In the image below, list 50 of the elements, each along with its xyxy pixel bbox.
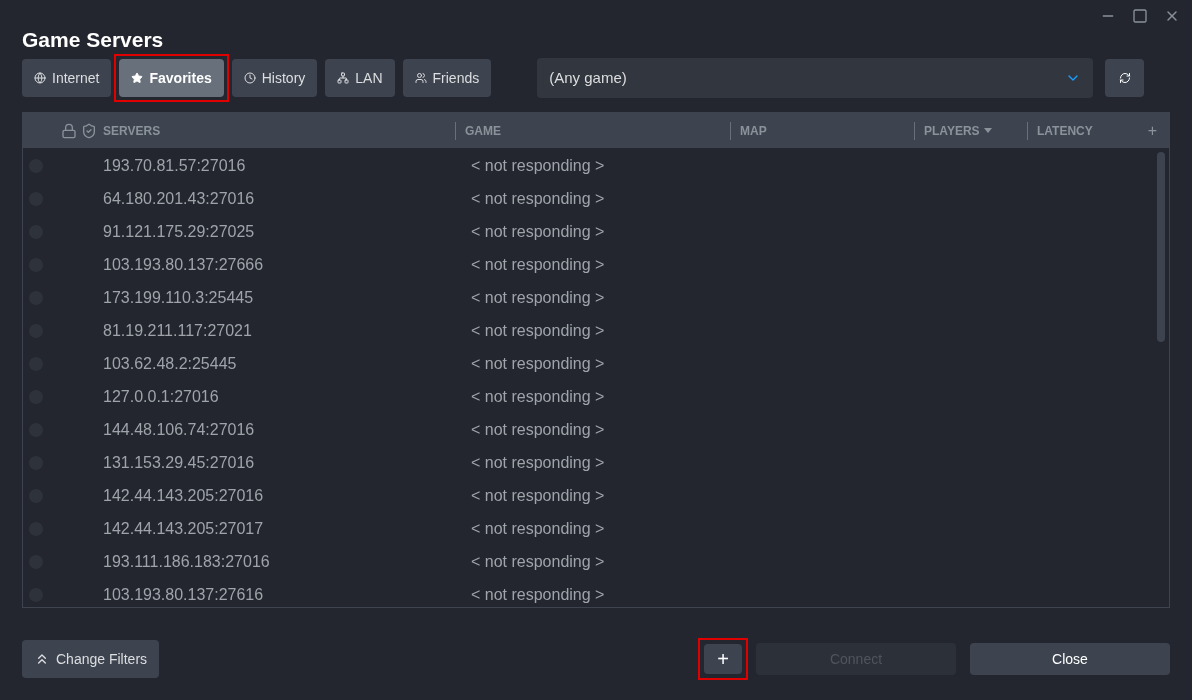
change-filters-button[interactable]: Change Filters [22,640,160,678]
lock-icon [61,122,77,139]
game-status: < not responding > [471,584,605,605]
server-address: 103.62.48.2:25445 [103,354,237,372]
game-dropdown[interactable]: (Any game) [537,58,1094,98]
add-server-button[interactable]: + [704,644,742,674]
game-status: < not responding > [471,155,605,176]
game-status: < not responding > [471,353,605,374]
game-status: < not responding > [471,188,605,209]
refresh-icon [1118,72,1131,84]
server-address: 193.70.81.57:27016 [103,156,246,174]
game-status: < not responding > [471,320,605,341]
globe-icon [34,72,46,84]
server-address: 81.19.211.117:27021 [103,321,252,339]
tab[interactable]: LAN [325,59,395,97]
server-address: 144.48.106.74:27016 [103,420,255,438]
tab[interactable]: Friends [402,59,492,97]
window-title: Game Servers [21,28,165,52]
sort-caret-icon [983,128,992,133]
server-address: 127.0.0.1:27016 [103,387,219,405]
server-address: 193.111.186.183:27016 [103,552,270,570]
maximize-icon[interactable] [1132,8,1148,24]
tab[interactable]: Internet [22,59,112,97]
game-status: < not responding > [471,518,605,539]
game-status: < not responding > [471,551,605,572]
game-status: < not responding > [471,419,605,440]
server-address: 103.193.80.137:27666 [103,255,264,273]
close-button[interactable]: Close [970,643,1170,675]
network-icon [337,72,350,84]
scrollbar-thumb[interactable] [1157,152,1165,342]
game-status: < not responding > [471,287,605,308]
game-status: < not responding > [471,485,605,506]
game-status: < not responding > [471,221,605,242]
server-address: 173.199.110.3:25445 [103,288,254,306]
game-status: < not responding > [471,452,605,473]
server-address: 142.44.143.205:27017 [103,519,264,537]
server-address: 91.121.175.29:27025 [103,222,255,240]
people-icon [414,72,427,84]
shield-icon [81,122,97,139]
server-address: 64.180.201.43:27016 [103,189,255,207]
refresh-button[interactable] [1105,59,1145,97]
clock-icon [243,72,256,84]
game-status: < not responding > [471,254,605,275]
server-address: 131.153.29.45:27016 [103,453,255,471]
star-icon [131,72,144,84]
game-status: < not responding > [471,386,605,407]
server-address: 142.44.143.205:27016 [103,486,264,504]
server-address: 103.193.80.137:27616 [103,585,264,603]
tab[interactable]: History [231,59,318,97]
tab[interactable]: Favorites [119,59,224,97]
